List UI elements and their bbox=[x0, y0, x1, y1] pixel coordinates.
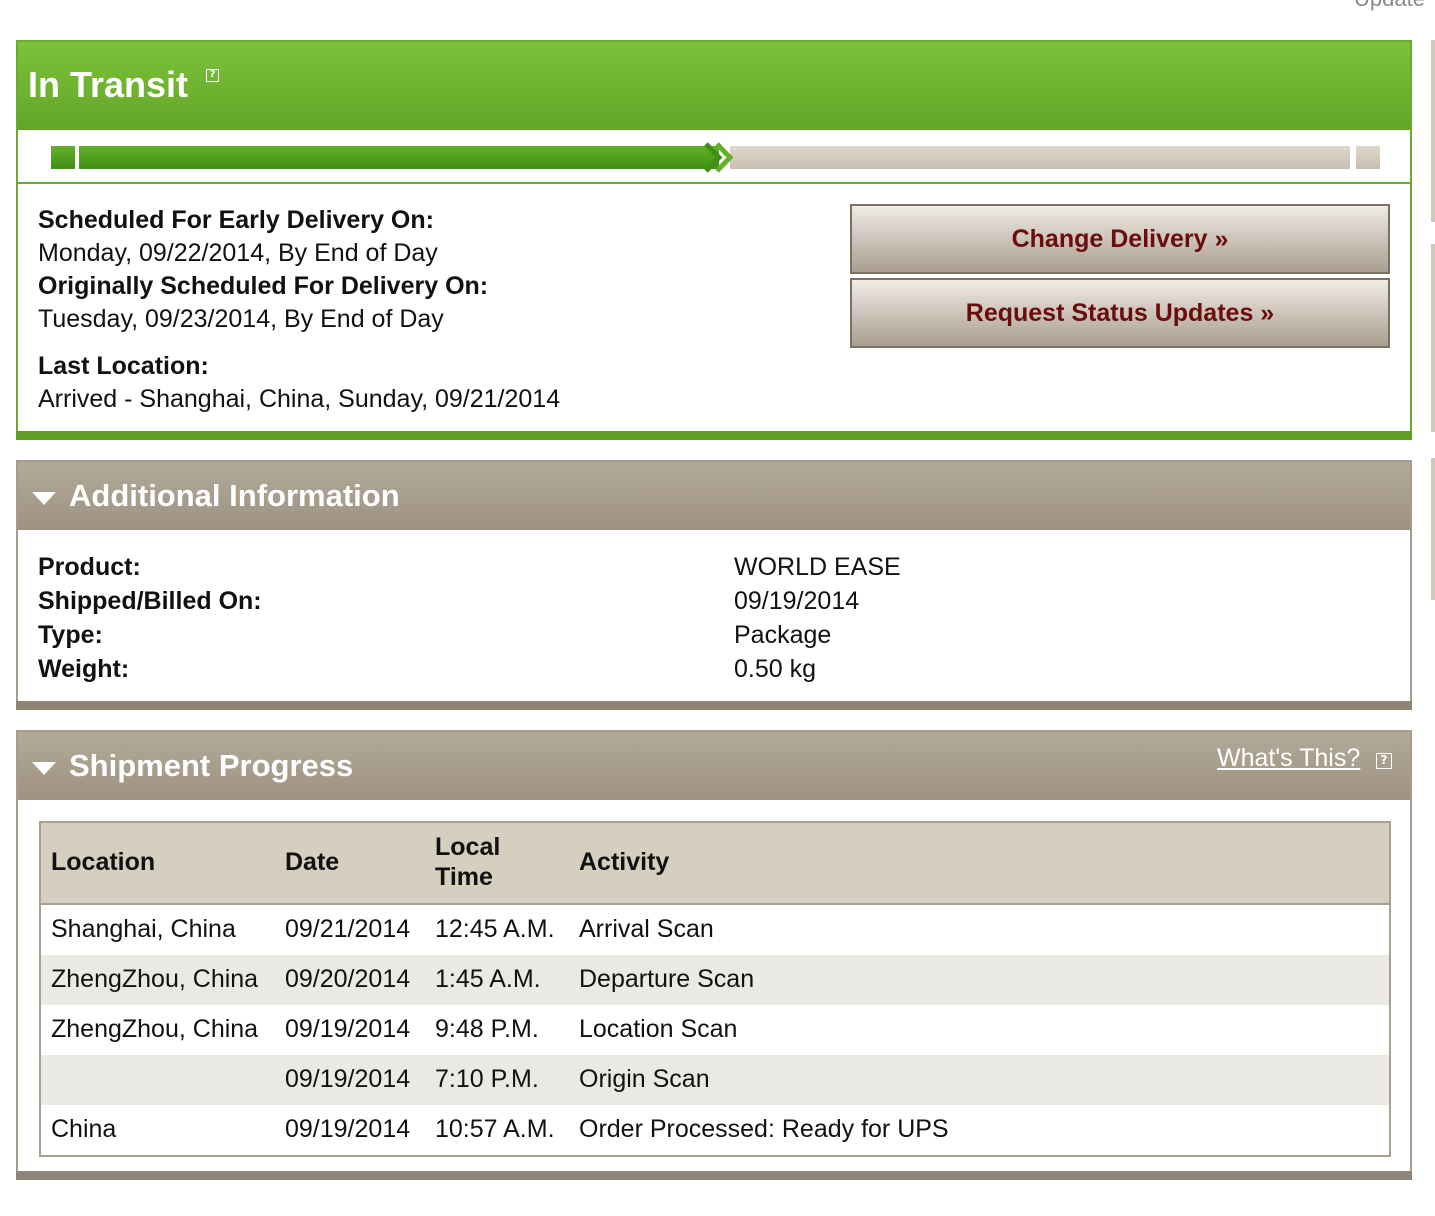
change-delivery-button[interactable]: Change Delivery » bbox=[850, 204, 1390, 274]
table-header: Location Date Local Time Activity bbox=[41, 823, 1389, 905]
info-values: WORLD EASE 09/19/2014 Package 0.50 kg bbox=[734, 550, 901, 686]
early-delivery-value: Monday, 09/22/2014, By End of Day bbox=[38, 239, 438, 267]
cell-location: ZhengZhou, China bbox=[51, 965, 259, 993]
request-status-updates-button[interactable]: Request Status Updates » bbox=[850, 278, 1390, 348]
cell-date: 09/20/2014 bbox=[285, 965, 411, 993]
whats-this-link[interactable]: What's This? bbox=[1217, 744, 1360, 773]
cell-location: Shanghai, China bbox=[51, 915, 236, 943]
weight-value: 0.50 kg bbox=[734, 655, 817, 683]
right-edge-border bbox=[1431, 40, 1435, 222]
cell-activity: Order Processed: Ready for UPS bbox=[579, 1115, 949, 1143]
cell-location: ZhengZhou, China bbox=[51, 1015, 259, 1043]
cell-date: 09/19/2014 bbox=[285, 1015, 411, 1043]
panel-title: Additional Information bbox=[69, 478, 400, 513]
status-title: In Transit bbox=[28, 64, 189, 105]
table-row: 09/19/2014 7:10 P.M. Origin Scan bbox=[41, 1055, 1389, 1105]
cell-date: 09/21/2014 bbox=[285, 915, 411, 943]
type-value: Package bbox=[734, 621, 832, 649]
additional-information-panel: Additional Information Product: Shipped/… bbox=[16, 460, 1412, 710]
product-label: Product: bbox=[38, 553, 141, 581]
delivery-details: Scheduled For Early Delivery On: Monday,… bbox=[38, 204, 560, 416]
column-header-local-time: Local Time bbox=[435, 833, 501, 891]
panel-bottom-bar bbox=[16, 431, 1412, 440]
shipment-progress-table: Location Date Local Time Activity Shangh… bbox=[39, 821, 1391, 1157]
cell-time: 9:48 P.M. bbox=[435, 1015, 539, 1043]
right-edge-border bbox=[1431, 244, 1435, 432]
in-transit-header: In Transit ? bbox=[18, 42, 1410, 130]
early-delivery-label: Scheduled For Early Delivery On: bbox=[38, 206, 434, 234]
cell-date: 09/19/2014 bbox=[285, 1115, 411, 1143]
cell-activity: Arrival Scan bbox=[579, 915, 714, 943]
table-row: ZhengZhou, China 09/20/2014 1:45 A.M. De… bbox=[41, 955, 1389, 1005]
panel-title: Shipment Progress bbox=[69, 748, 354, 783]
cell-activity: Departure Scan bbox=[579, 965, 755, 993]
weight-label: Weight: bbox=[38, 655, 130, 683]
help-icon[interactable]: ? bbox=[1376, 753, 1392, 769]
original-delivery-value: Tuesday, 09/23/2014, By End of Day bbox=[38, 305, 444, 333]
column-header-location: Location bbox=[51, 848, 156, 876]
original-delivery-label: Originally Scheduled For Delivery On: bbox=[38, 272, 489, 300]
cell-activity: Origin Scan bbox=[579, 1065, 710, 1093]
progress-fill bbox=[79, 146, 719, 169]
column-header-activity: Activity bbox=[579, 848, 670, 876]
type-label: Type: bbox=[38, 621, 103, 649]
help-icon[interactable]: ? bbox=[206, 69, 219, 82]
table-row: China 09/19/2014 10:57 A.M. Order Proces… bbox=[41, 1105, 1389, 1155]
shipped-billed-value: 09/19/2014 bbox=[734, 587, 860, 615]
update-link-fragment[interactable]: Update bbox=[1354, 0, 1425, 12]
shipped-billed-label: Shipped/Billed On: bbox=[38, 587, 262, 615]
cell-time: 10:57 A.M. bbox=[435, 1115, 555, 1143]
product-value: WORLD EASE bbox=[734, 553, 901, 581]
progress-start-segment bbox=[51, 146, 75, 169]
cell-activity: Location Scan bbox=[579, 1015, 738, 1043]
last-location-value: Arrived - Shanghai, China, Sunday, 09/21… bbox=[38, 385, 561, 413]
progress-bar bbox=[18, 130, 1410, 184]
shipment-progress-panel: Shipment Progress What's This? ? Locatio… bbox=[16, 730, 1412, 1180]
progress-chevron-icon bbox=[704, 142, 734, 173]
info-labels: Product: Shipped/Billed On: Type: Weight… bbox=[38, 550, 262, 686]
shipment-progress-header[interactable]: Shipment Progress What's This? ? bbox=[18, 732, 1410, 800]
panel-bottom-bar bbox=[16, 1171, 1412, 1180]
cell-date: 09/19/2014 bbox=[285, 1065, 411, 1093]
cell-location: China bbox=[51, 1115, 117, 1143]
collapse-triangle-icon[interactable] bbox=[32, 762, 56, 775]
table-row: ZhengZhou, China 09/19/2014 9:48 P.M. Lo… bbox=[41, 1005, 1389, 1055]
collapse-triangle-icon[interactable] bbox=[32, 492, 56, 505]
cell-time: 7:10 P.M. bbox=[435, 1065, 539, 1093]
additional-information-header[interactable]: Additional Information bbox=[18, 462, 1410, 530]
in-transit-panel: In Transit ? Scheduled For Early Deliver… bbox=[16, 40, 1412, 440]
column-header-date: Date bbox=[285, 848, 340, 876]
progress-end-segment bbox=[1356, 146, 1380, 169]
progress-remaining bbox=[730, 146, 1350, 169]
table-row: Shanghai, China 09/21/2014 12:45 A.M. Ar… bbox=[41, 905, 1389, 955]
cell-time: 1:45 A.M. bbox=[435, 965, 541, 993]
panel-bottom-bar bbox=[16, 701, 1412, 710]
right-edge-border bbox=[1431, 458, 1435, 600]
last-location-label: Last Location: bbox=[38, 352, 209, 380]
cell-time: 12:45 A.M. bbox=[435, 915, 555, 943]
